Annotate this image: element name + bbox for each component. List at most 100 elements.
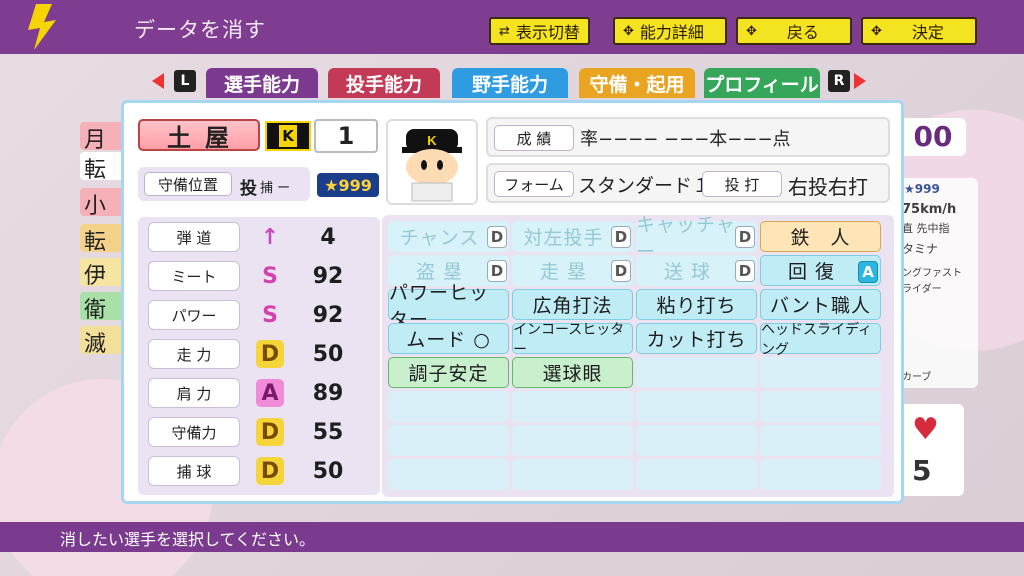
ability-cell[interactable]: ヘッドスライディング	[760, 322, 881, 358]
player-detail-panel: 土屋 K 1 守備位置 投 捕 ー ★ 999 K 成 績 率−−−− −−−本−…	[121, 100, 904, 504]
bg-curve: カーブ	[902, 372, 932, 383]
dpad-icon: ✥	[871, 23, 882, 39]
ability-cell[interactable]	[760, 357, 881, 388]
svg-text:K: K	[427, 133, 437, 148]
ability-cell[interactable]	[760, 391, 881, 422]
bg-hearts: 5	[912, 454, 932, 487]
r-key-icon[interactable]: R	[828, 70, 850, 92]
l-key-icon[interactable]: L	[174, 70, 196, 92]
ability-cell[interactable]	[760, 459, 881, 490]
ability-label: 鉄 人	[790, 227, 851, 249]
stat-grade: S	[262, 302, 278, 328]
ability-cell[interactable]: 対左投手 D	[512, 221, 633, 252]
back-button[interactable]: ✥ 戻る	[736, 17, 852, 45]
ability-cell[interactable]: カット打ち	[636, 323, 757, 354]
ability-cell[interactable]: 回 復A	[760, 255, 881, 286]
ability-cell[interactable]	[636, 391, 757, 422]
position-label: 守備位置	[144, 172, 232, 196]
throwbat-value: 右投右打	[788, 175, 868, 199]
tab-fielder-ability[interactable]: 野手能力	[452, 68, 568, 98]
position-main: 投	[240, 179, 257, 199]
ability-grade: D	[611, 226, 631, 248]
ability-cell[interactable]: パワーヒッター	[388, 282, 509, 331]
ability-cell[interactable]	[512, 459, 633, 490]
stat-value: 4	[320, 224, 336, 250]
ability-label: チャンス	[399, 227, 480, 249]
ability-cell[interactable]	[388, 391, 509, 422]
heart-icon: ♥	[912, 412, 939, 447]
ability-cell[interactable]	[388, 425, 509, 456]
star-rating: ★ 999	[317, 173, 379, 197]
stat-label: パワー	[148, 300, 240, 330]
stat-grade: D	[256, 457, 284, 485]
ability-cell[interactable]	[636, 357, 757, 388]
stat-value: 92	[312, 263, 344, 289]
tab-right-arrow-icon[interactable]	[854, 73, 866, 89]
position-row: 守備位置 投 捕 ー	[138, 167, 310, 201]
header-bar: データを消す ⇄ 表示切替 ✥ 能力詳細 ✥ 戻る ✥ 決定	[0, 0, 1024, 54]
stat-label: 弾 道	[148, 222, 240, 252]
ability-cell[interactable]	[636, 425, 757, 456]
position-sub: 捕 ー	[260, 181, 291, 196]
ability-cell[interactable]	[388, 459, 509, 490]
stat-label: 肩 力	[148, 378, 240, 408]
stat-row: 捕 球 D 50	[148, 456, 370, 486]
ability-cell[interactable]: バント職人	[760, 289, 881, 320]
stat-value: 92	[312, 302, 344, 328]
bg-score: 00	[900, 118, 966, 156]
stat-row: ミート S 92	[148, 261, 370, 291]
stat-row: 弾 道 ↑ 4	[148, 222, 370, 252]
ability-cell[interactable]: インコースヒッター	[512, 322, 633, 358]
tab-profile[interactable]: プロフィール	[704, 68, 820, 98]
player-avatar: K	[386, 119, 478, 205]
ability-cell[interactable]	[512, 391, 633, 422]
ability-cell[interactable]: 調子安定	[388, 357, 509, 388]
ability-cell[interactable]	[512, 425, 633, 456]
tab-player-ability[interactable]: 選手能力	[206, 68, 318, 98]
ability-grade: D	[487, 226, 507, 248]
ability-cell[interactable]: 鉄 人	[760, 221, 881, 252]
tab-pitcher-ability[interactable]: 投手能力	[328, 68, 440, 98]
ability-cell[interactable]: 広角打法	[512, 289, 633, 320]
form-value: スタンダード１	[578, 175, 712, 197]
ability-cell[interactable]	[760, 425, 881, 456]
ability-label: 送 球	[663, 261, 712, 283]
form-row: フォーム スタンダード１ 投 打 右投右打	[486, 163, 890, 203]
stat-row: 肩 力 A 89	[148, 378, 370, 408]
toggle-display-button[interactable]: ⇄ 表示切替	[489, 17, 590, 45]
record-row: 成 績 率−−−− −−−本−−−点	[486, 117, 890, 157]
confirm-button[interactable]: ✥ 決定	[861, 17, 977, 45]
bg-right-panel: ★999 75km/h 直 先中指 タミナ ングファスト ライダー カーブ	[898, 178, 978, 388]
team-logo: K	[265, 121, 311, 151]
ability-cell[interactable]: 走 塁D	[512, 255, 633, 286]
throwbat-label: 投 打	[702, 171, 782, 197]
stat-row: 守備力 D 55	[148, 417, 370, 447]
ability-cell[interactable]: チャンス D	[388, 221, 509, 252]
lightning-icon	[28, 4, 56, 50]
ability-cell[interactable]: キャッチャー D	[636, 214, 757, 263]
ability-label: 走 塁	[539, 261, 588, 283]
stat-grade: S	[262, 263, 278, 289]
stat-grade: A	[256, 379, 284, 407]
ability-cell[interactable]	[636, 459, 757, 490]
ability-detail-button[interactable]: ✥ 能力詳細	[613, 17, 727, 45]
ability-cell[interactable]: 粘り打ち	[636, 289, 757, 320]
ability-label: インコースヒッター	[513, 321, 625, 358]
ability-cell[interactable]: 送 球D	[636, 255, 757, 286]
star-icon: ★	[324, 175, 339, 195]
dpad-icon: ✥	[746, 23, 757, 39]
ability-label: 広角打法	[532, 295, 613, 317]
toggle-icon: ⇄	[499, 23, 510, 39]
tab-left-arrow-icon[interactable]	[152, 73, 164, 89]
ability-label: ムード ○	[406, 329, 491, 351]
tab-defense-usage[interactable]: 守備・起用	[579, 68, 695, 98]
ability-label: バント職人	[770, 295, 871, 317]
ability-grade: D	[735, 260, 755, 282]
ability-label: ヘッドスライディング	[761, 321, 873, 358]
special-abilities-grid: チャンス D 対左投手 D キャッチャー D 鉄 人盗 塁D走 塁D送 球D回 復 A パワーヒ…	[382, 214, 894, 497]
record-value: 率−−−− −−−本−−−点	[580, 129, 791, 150]
ability-cell[interactable]: 選球眼	[512, 357, 633, 388]
footer-message: 消したい選手を選択してください。	[60, 530, 316, 549]
ability-cell[interactable]: ムード ○	[388, 323, 509, 354]
footer-bar: 消したい選手を選択してください。	[0, 522, 1024, 552]
